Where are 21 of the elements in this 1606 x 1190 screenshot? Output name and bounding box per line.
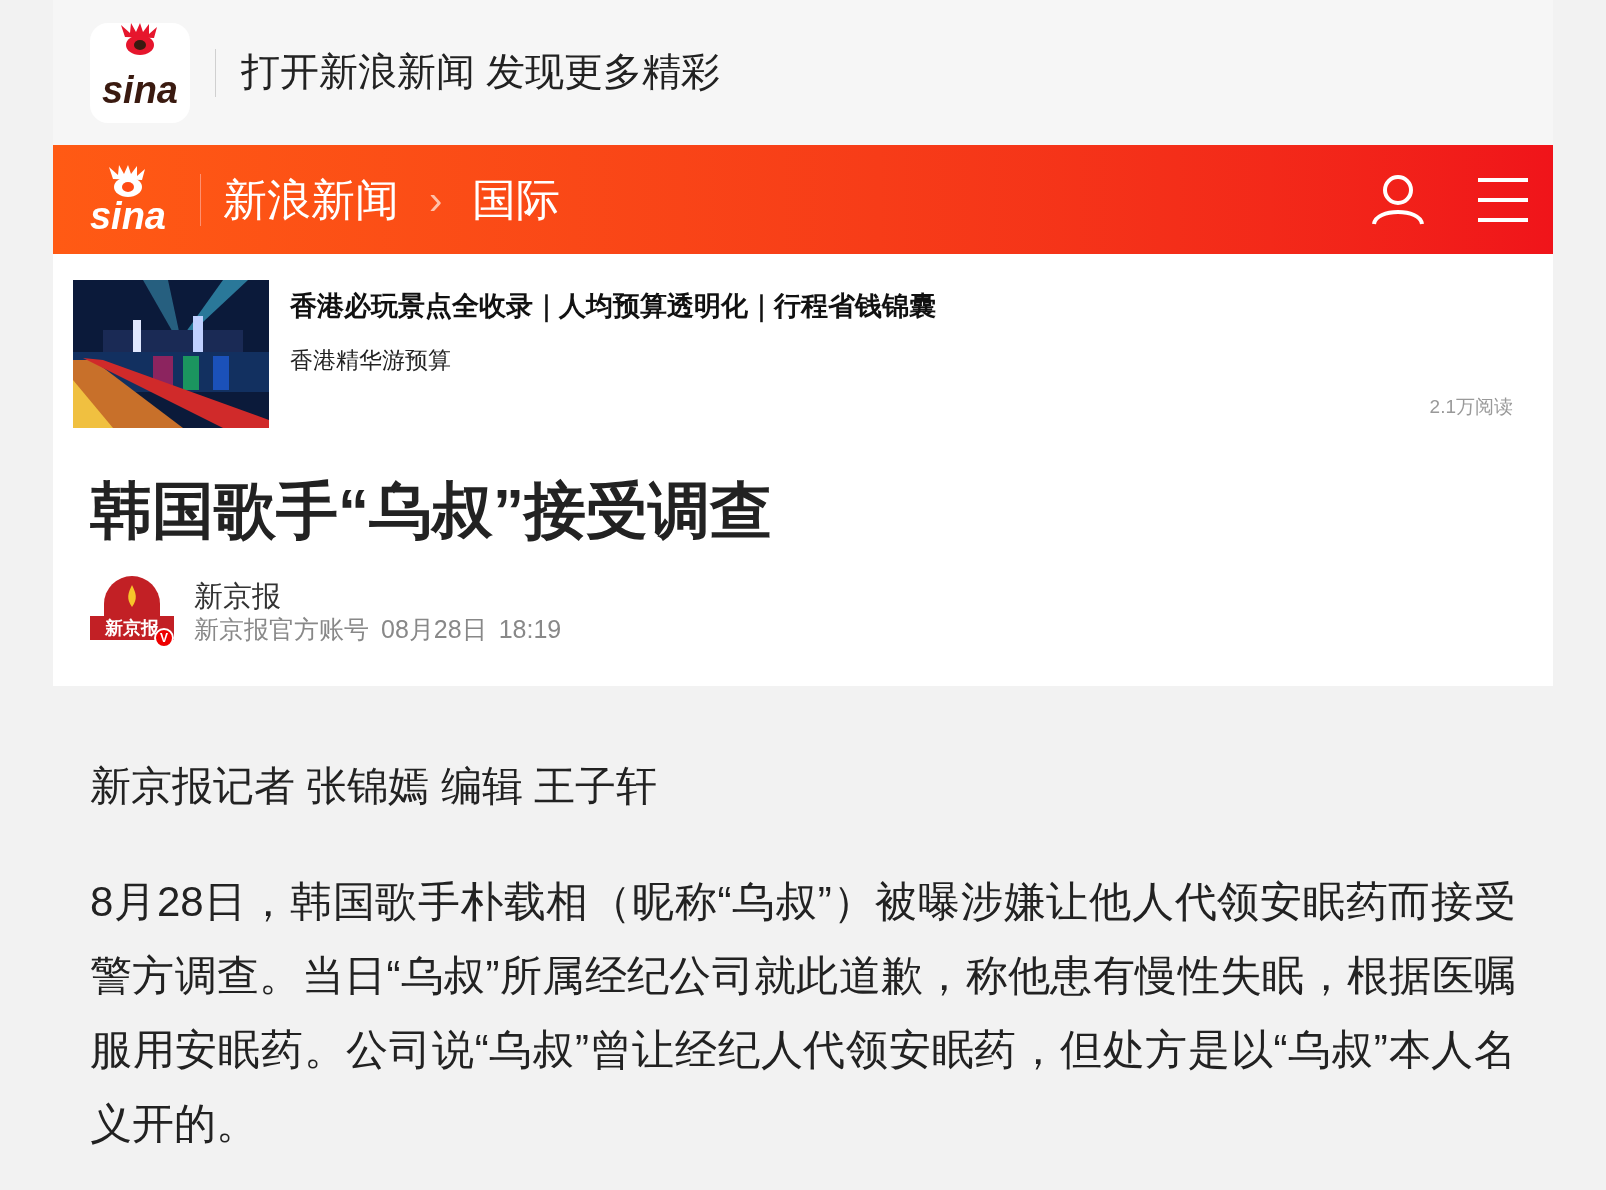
ad-card[interactable]: 香港必玩景点全收录｜人均预算透明化｜行程省钱锦囊 香港精华游预算 2.1万阅读 [73, 280, 1533, 428]
article-title: 韩国歌手“乌叔”接受调查 [89, 475, 773, 547]
article-paragraph: 8月28日，韩国歌手朴载相（昵称“乌叔”）被曝涉嫌让他人代领安眠药而接受警方调查。当日“乌叔”所属经纪公司就此道歉，称他患有慢性失眠，根据医嘱服用安眠药。公司说“乌叔”曾让经纪人代领安眠药，但处方是以“乌叔”本人名义开的。 [90, 877, 1516, 1149]
sina-logo[interactable]: sina [78, 164, 178, 235]
app-banner[interactable]: sina 打开新浪新闻 发现更多精彩 [53, 0, 1553, 145]
user-icon[interactable] [1370, 173, 1426, 226]
ad-title: 香港必玩景点全收录｜人均预算透明化｜行程省钱锦囊 [290, 290, 937, 325]
sina-app-logo: sina [90, 22, 190, 123]
breadcrumb-link[interactable]: 国际 [472, 166, 561, 233]
menu-icon[interactable] [1478, 176, 1528, 223]
author-name[interactable]: 新京报 [194, 577, 562, 614]
publish-date: 08月28日 [381, 614, 487, 645]
read-count: 2.1万阅读 [1429, 395, 1513, 419]
flame-icon [126, 584, 138, 607]
author-account: 新京报官方账号 [194, 614, 369, 645]
ad-subtitle: 香港精华游预算 [290, 345, 452, 375]
publish-time: 18:19 [498, 614, 562, 645]
banner-slogan: 打开新浪新闻 发现更多精彩 [241, 49, 720, 96]
breadcrumb-separator: › [429, 176, 443, 224]
breadcrumb-link[interactable]: 新浪新闻 [223, 166, 399, 233]
byline: 新京报记者 张锦嫣 编辑 王子轩 [90, 761, 659, 811]
